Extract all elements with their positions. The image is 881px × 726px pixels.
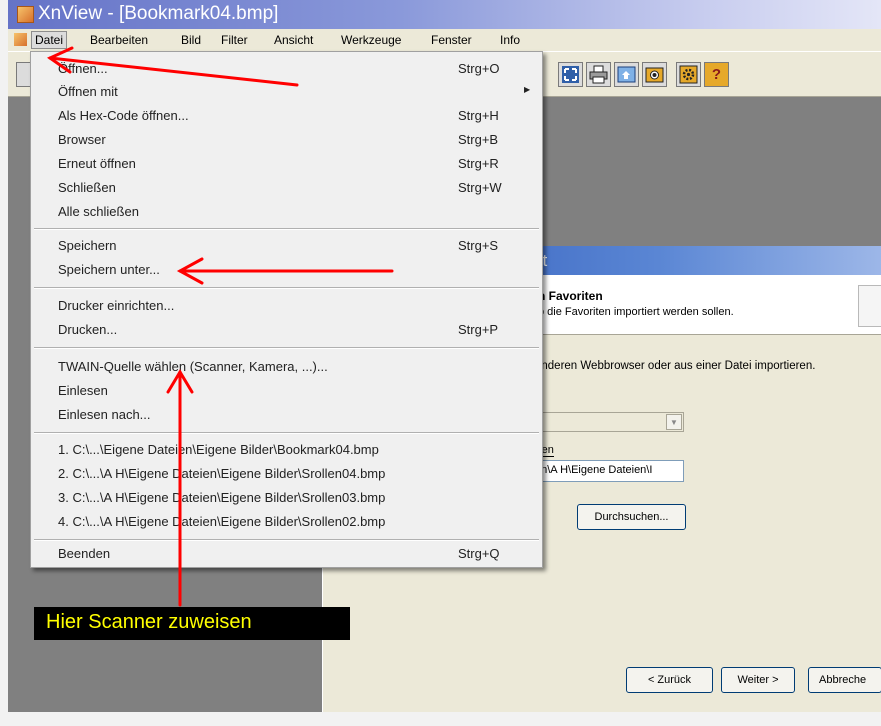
menu-item-shortcut: Strg+Q (458, 546, 500, 561)
menu-item-print[interactable]: Drucken... Strg+P (31, 319, 542, 341)
menu-fenster[interactable]: Fenster (431, 33, 472, 47)
screenshot-frame: XnView - [Bookmark04.bmp] Datei Bearbeit… (0, 0, 881, 726)
recent-file-4[interactable]: 4. C:\...\A H\Eigene Dateien\Eigene Bild… (31, 511, 542, 533)
xnview-app-icon (17, 6, 34, 23)
menu-item-label: Beenden (58, 546, 111, 561)
menu-item-label: Alle schließen (58, 204, 139, 219)
recent-file-1[interactable]: 1. C:\...\Eigene Dateien\Eigene Bilder\B… (31, 439, 542, 461)
menu-item-label: Speichern unter... (58, 262, 160, 277)
menu-item-acquire[interactable]: Einlesen (31, 380, 542, 402)
wizard-header-icon (858, 285, 881, 327)
menu-item-shortcut: Strg+R (458, 156, 499, 171)
menu-item-shortcut: Strg+W (458, 180, 502, 195)
browse-button[interactable]: Durchsuchen... (577, 504, 686, 530)
app-title: XnView - [Bookmark04.bmp] (38, 3, 279, 24)
menu-separator (34, 347, 539, 349)
menubar: Datei Bearbeiten Bild Filter Ansicht Wer… (8, 29, 881, 51)
app-titlebar: XnView - [Bookmark04.bmp] (8, 0, 881, 29)
cancel-button[interactable]: Abbreche (808, 667, 881, 693)
menu-item-label: 2. C:\...\A H\Eigene Dateien\Eigene Bild… (58, 466, 386, 481)
menu-item-reopen[interactable]: Erneut öffnen Strg+R (31, 153, 542, 175)
menu-item-save-as[interactable]: Speichern unter... (31, 259, 542, 281)
menu-item-label: Drucken... (58, 322, 118, 337)
menu-item-label: 4. C:\...\A H\Eigene Dateien\Eigene Bild… (58, 514, 386, 529)
menu-item-twain-source[interactable]: TWAIN-Quelle wählen (Scanner, Kamera, ..… (31, 356, 542, 378)
annotation-label: Hier Scanner zuweisen (34, 607, 350, 640)
menu-item-printer-setup[interactable]: Drucker einrichten... (31, 295, 542, 317)
file-menu-dropdown: Öffnen... Strg+O Öffnen mit ▶ Als Hex-Co… (30, 51, 543, 568)
wizard-description: anderen Webbrowser oder aus einer Datei … (535, 360, 816, 372)
menu-separator (34, 287, 539, 289)
menu-item-label: Browser (58, 132, 106, 147)
menu-item-label: Öffnen mit (58, 84, 118, 99)
menu-item-open-with[interactable]: Öffnen mit ▶ (31, 81, 542, 103)
back-button[interactable]: < Zurück (626, 667, 713, 693)
menu-item-label: Drucker einrichten... (58, 298, 175, 313)
menu-datei[interactable]: Datei (31, 31, 68, 49)
menu-item-save[interactable]: Speichern Strg+S (31, 235, 542, 257)
chevron-down-icon[interactable]: ▼ (666, 414, 682, 430)
menu-item-close-all[interactable]: Alle schließen (31, 201, 542, 223)
menu-item-close[interactable]: Schließen Strg+W (31, 177, 542, 199)
recent-file-2[interactable]: 2. C:\...\A H\Eigene Dateien\Eigene Bild… (31, 463, 542, 485)
recent-file-3[interactable]: 3. C:\...\A H\Eigene Dateien\Eigene Bild… (31, 487, 542, 509)
menu-info[interactable]: Info (500, 33, 520, 47)
settings-icon[interactable] (676, 62, 701, 87)
menu-item-browser[interactable]: Browser Strg+B (31, 129, 542, 151)
menu-item-label: TWAIN-Quelle wählen (Scanner, Kamera, ..… (58, 359, 328, 374)
file-path-input[interactable]: en\A H\Eigene Dateien\I (531, 460, 684, 482)
source-combobox[interactable]: ▼ (531, 412, 684, 432)
menu-item-acquire-to[interactable]: Einlesen nach... (31, 404, 542, 426)
menu-item-label: Öffnen... (58, 61, 108, 76)
menu-separator (34, 228, 539, 230)
menu-filter[interactable]: Filter (221, 33, 248, 47)
menu-separator (34, 432, 539, 434)
menu-werkzeuge[interactable]: Werkzeuge (341, 33, 401, 47)
menu-item-shortcut: Strg+P (458, 322, 499, 337)
menu-item-label: Erneut öffnen (58, 156, 136, 171)
menu-item-label: 3. C:\...\A H\Eigene Dateien\Eigene Bild… (58, 490, 386, 505)
print-icon[interactable] (586, 62, 611, 87)
menu-item-label: Einlesen nach... (58, 407, 151, 422)
wizard-heading: n Favoriten (538, 289, 603, 303)
menu-item-open[interactable]: Öffnen... Strg+O (31, 58, 542, 80)
menu-item-exit[interactable]: Beenden Strg+Q (31, 543, 542, 565)
menu-item-shortcut: Strg+B (458, 132, 499, 147)
menu-item-label: Einlesen (58, 383, 108, 398)
next-button[interactable]: Weiter > (721, 667, 795, 693)
fullscreen-icon[interactable] (558, 62, 583, 87)
menu-item-label: Als Hex-Code öffnen... (58, 108, 189, 123)
menu-item-shortcut: Strg+S (458, 238, 499, 253)
menu-bearbeiten[interactable]: Bearbeiten (90, 33, 148, 47)
menu-ansicht[interactable]: Ansicht (274, 33, 313, 47)
menu-item-open-hex[interactable]: Als Hex-Code öffnen... Strg+H (31, 105, 542, 127)
menu-item-shortcut: Strg+O (458, 61, 500, 76)
menu-bild[interactable]: Bild (181, 33, 201, 47)
camera-icon[interactable] (642, 62, 667, 87)
wizard-subheading: o die Favoriten importiert werden sollen… (538, 306, 734, 318)
document-menu-icon[interactable] (14, 33, 27, 46)
menu-item-label: Speichern (58, 238, 117, 253)
menu-item-label: Schließen (58, 180, 116, 195)
menu-separator (34, 539, 539, 541)
submenu-arrow-icon: ▶ (524, 85, 531, 94)
scan-icon[interactable] (614, 62, 639, 87)
menu-item-shortcut: Strg+H (458, 108, 499, 123)
menu-item-label: 1. C:\...\Eigene Dateien\Eigene Bilder\B… (58, 442, 379, 457)
help-icon[interactable]: ? (704, 62, 729, 87)
